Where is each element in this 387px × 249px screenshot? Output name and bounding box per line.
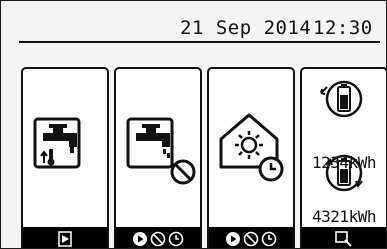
hot-water-action-bar — [23, 227, 107, 248]
hot-water-tile[interactable] — [21, 67, 109, 248]
play-icon[interactable] — [132, 231, 148, 247]
magnifier-icon[interactable] — [335, 231, 353, 247]
stop-hot-water-action-bar — [116, 227, 200, 248]
tap-thermometer-icon — [33, 117, 81, 169]
status-bar: 21 Sep 2014 12:30 — [19, 15, 380, 43]
play-icon[interactable] — [225, 231, 241, 247]
clock-icon[interactable] — [261, 231, 277, 247]
energy-action-bar — [302, 227, 386, 248]
clock-icon[interactable] — [168, 231, 184, 247]
battery-icons — [320, 80, 363, 192]
heating-tile[interactable] — [207, 67, 295, 248]
date-display: 21 Sep 2014 — [180, 17, 312, 39]
time-display: 12:30 — [313, 17, 373, 39]
heating-action-bar — [209, 227, 293, 248]
energy-delivered-value: 4321kWh — [312, 207, 376, 226]
prohibit-icon[interactable] — [150, 231, 166, 247]
play-icon[interactable] — [58, 231, 72, 247]
energy-consumed-value: 1234kWh — [312, 153, 376, 172]
house-sun-clock-icon — [219, 113, 284, 182]
stop-hot-water-tile[interactable] — [114, 67, 202, 248]
energy-tile[interactable]: 1234kWh 4321kWh — [300, 67, 386, 248]
battery-consumed-icon — [320, 80, 363, 118]
prohibit-icon[interactable] — [243, 231, 259, 247]
tap-prohibited-icon — [126, 117, 196, 185]
main-menu-screen: 21 Sep 2014 12:30 1234kWh 4321kWh — [0, 0, 387, 249]
